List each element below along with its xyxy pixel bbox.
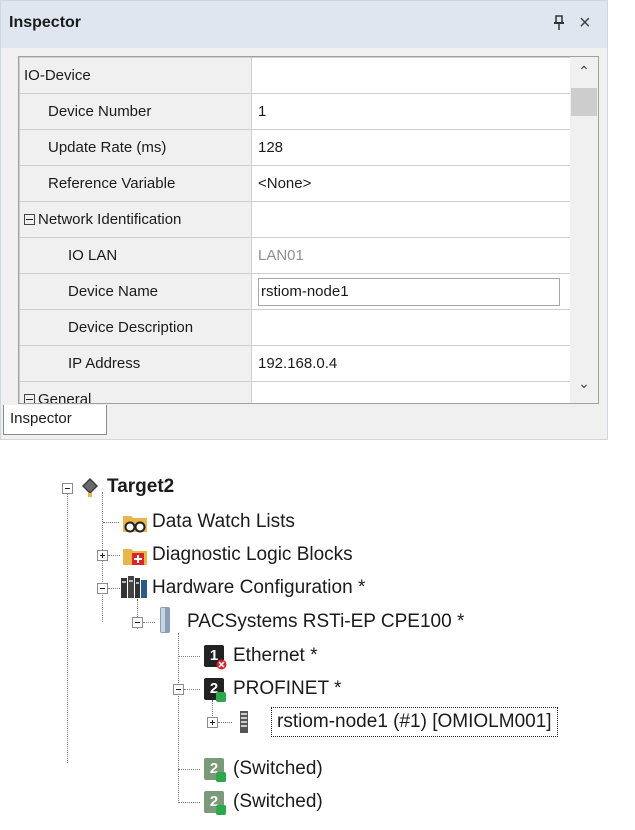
- tree-connector: [178, 633, 179, 803]
- collapse-toggle[interactable]: [97, 583, 108, 594]
- property-row[interactable]: Device Name rstiom-node1: [19, 273, 573, 310]
- status-icon: [216, 772, 226, 782]
- io-node-icon: [238, 710, 250, 734]
- tree-connector: [178, 769, 200, 770]
- hardware-icon: [120, 574, 148, 600]
- property-row[interactable]: Reference Variable <None>: [19, 165, 573, 202]
- inspector-title: Inspector: [9, 14, 82, 31]
- tree-item-ethernet[interactable]: Ethernet *: [233, 643, 318, 669]
- property-grid: IO-Device Device Number 1 Update Rate (m…: [18, 56, 599, 404]
- property-row[interactable]: IO LAN LAN01: [19, 237, 573, 274]
- property-name: Update Rate (ms): [19, 129, 252, 166]
- tree-item-diagnostic-logic-blocks[interactable]: Diagnostic Logic Blocks: [152, 542, 353, 568]
- property-name: General: [38, 391, 92, 404]
- property-name: IO-Device: [19, 57, 252, 94]
- property-name: IP Address: [19, 345, 252, 382]
- diagnostic-folder-icon: [122, 543, 148, 567]
- tree-item-cpu[interactable]: PACSystems RSTi-EP CPE100 *: [187, 609, 464, 635]
- tree-connector: [143, 622, 155, 623]
- chevron-down-icon[interactable]: ⌄: [570, 375, 598, 395]
- tree-item-switched[interactable]: (Switched): [233, 756, 323, 782]
- tree-connector: [218, 722, 232, 723]
- tree-connector: [178, 656, 200, 657]
- tree-item-hardware-configuration[interactable]: Hardware Configuration *: [152, 575, 365, 601]
- tree-item-io-node[interactable]: rstiom-node1 (#1) [OMIOLM001]: [271, 707, 558, 737]
- tree-item-target[interactable]: Target2: [107, 474, 174, 500]
- device-name-input[interactable]: rstiom-node1: [258, 277, 560, 306]
- cpu-module-icon: [158, 606, 172, 634]
- property-value[interactable]: <None>: [251, 165, 573, 202]
- vertical-scrollbar[interactable]: ⌃ ⌄: [570, 57, 598, 403]
- property-value[interactable]: 1: [251, 93, 573, 130]
- collapse-toggle[interactable]: [173, 684, 184, 695]
- pin-icon[interactable]: [551, 14, 567, 32]
- property-row[interactable]: General: [19, 381, 573, 404]
- tree-connector: [178, 802, 200, 803]
- property-row[interactable]: Device Number 1: [19, 93, 573, 130]
- tree-item-profinet[interactable]: PROFINET *: [233, 676, 341, 702]
- scrollbar-thumb[interactable]: [571, 88, 597, 116]
- property-name: Network Identification: [38, 211, 182, 228]
- close-icon[interactable]: ×: [579, 13, 591, 33]
- inspector-title-bar: Inspector ×: [1, 1, 607, 48]
- ethernet-port-icon: 1: [204, 645, 227, 670]
- status-icon: [216, 692, 226, 702]
- status-icon: [216, 805, 226, 815]
- watch-folder-icon: [122, 510, 148, 534]
- chevron-up-icon[interactable]: ⌃: [570, 63, 598, 83]
- tree-item-data-watch-lists[interactable]: Data Watch Lists: [152, 509, 295, 535]
- property-name: Device Name: [19, 273, 252, 310]
- property-table: IO-Device Device Number 1 Update Rate (m…: [19, 57, 573, 404]
- collapse-toggle[interactable]: [132, 617, 143, 628]
- inspector-panel: Inspector × IO-Device Device Number 1 Up…: [0, 0, 608, 440]
- property-row[interactable]: IP Address 192.168.0.4: [19, 345, 573, 382]
- project-tree: Target2 Data Watch Lists Diagnostic Logi…: [0, 440, 635, 830]
- collapse-icon[interactable]: [24, 393, 35, 403]
- tree-connector: [103, 522, 119, 523]
- property-value: LAN01: [251, 237, 573, 274]
- property-value[interactable]: 128: [251, 129, 573, 166]
- property-row[interactable]: Network Identification: [19, 201, 573, 238]
- tab-inspector[interactable]: Inspector: [3, 405, 107, 435]
- tree-connector: [108, 588, 120, 589]
- property-row[interactable]: Device Description: [19, 309, 573, 346]
- property-name: Reference Variable: [19, 165, 252, 202]
- property-name: Device Description: [19, 309, 252, 346]
- expand-toggle[interactable]: [207, 717, 218, 728]
- tree-item-switched[interactable]: (Switched): [233, 789, 323, 815]
- property-value: [251, 201, 573, 238]
- property-value: [251, 57, 573, 94]
- property-row[interactable]: IO-Device: [19, 57, 573, 94]
- target-icon: [80, 476, 100, 498]
- expand-toggle[interactable]: [97, 550, 108, 561]
- collapse-toggle[interactable]: [62, 483, 73, 494]
- switched-port-icon: 2: [204, 791, 226, 815]
- error-icon: [216, 659, 227, 670]
- collapse-icon[interactable]: [24, 213, 35, 225]
- property-row[interactable]: Update Rate (ms) 128: [19, 129, 573, 166]
- switched-port-icon: 2: [204, 758, 226, 782]
- property-value[interactable]: 192.168.0.4: [251, 345, 573, 382]
- profinet-port-icon: 2: [204, 678, 226, 702]
- property-value[interactable]: [251, 309, 573, 346]
- tree-connector: [67, 493, 68, 763]
- property-name: Device Number: [19, 93, 252, 130]
- tree-connector: [108, 555, 120, 556]
- tree-connector: [184, 689, 200, 690]
- property-name: IO LAN: [19, 237, 252, 274]
- property-value: [251, 381, 573, 403]
